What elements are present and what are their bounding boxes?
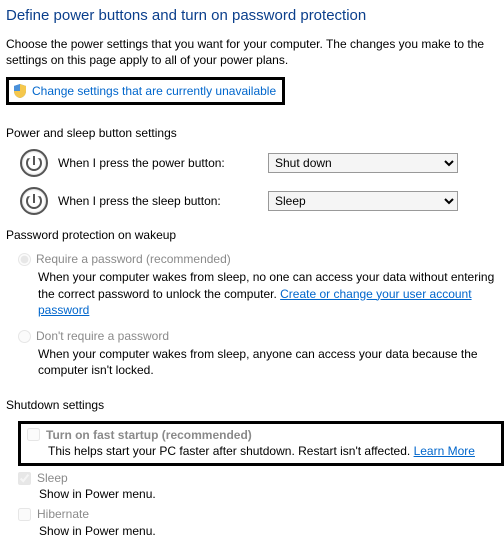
dont-require-password-radio[interactable] (18, 330, 31, 343)
hibernate-checkbox-desc: Show in Power menu. (39, 523, 504, 539)
page-title: Define power buttons and turn on passwor… (6, 6, 504, 26)
change-settings-label: Change settings that are currently unava… (32, 83, 276, 99)
sleep-checkbox[interactable] (18, 472, 31, 485)
password-heading: Password protection on wakeup (6, 227, 504, 243)
learn-more-link[interactable]: Learn More (414, 444, 475, 458)
shutdown-heading: Shutdown settings (6, 397, 504, 413)
power-button-select[interactable]: Shut down (268, 153, 458, 173)
fast-startup-checkbox[interactable] (27, 428, 40, 441)
power-button-row: When I press the power button: Shut down (20, 149, 504, 177)
power-sleep-heading: Power and sleep button settings (6, 125, 504, 141)
power-icon (20, 149, 48, 177)
fast-startup-desc: This helps start your PC faster after sh… (48, 443, 495, 459)
hibernate-checkbox[interactable] (18, 508, 31, 521)
require-password-option: Require a password (recommended) (18, 251, 504, 267)
fast-startup-highlight: Turn on fast startup (recommended) This … (18, 421, 504, 466)
power-button-label: When I press the power button: (58, 155, 268, 171)
sleep-button-row: When I press the sleep button: Sleep (20, 187, 504, 215)
sleep-icon (20, 187, 48, 215)
sleep-checkbox-label: Sleep (37, 470, 68, 486)
hibernate-checkbox-label: Hibernate (37, 506, 89, 522)
dont-require-password-label: Don't require a password (36, 328, 169, 344)
sleep-checkbox-desc: Show in Power menu. (39, 486, 504, 502)
change-settings-highlight: Change settings that are currently unava… (6, 77, 285, 105)
dont-require-password-desc: When your computer wakes from sleep, any… (38, 346, 504, 378)
intro-text: Choose the power settings that you want … (6, 36, 504, 68)
sleep-button-label: When I press the sleep button: (58, 193, 268, 209)
fast-startup-label: Turn on fast startup (recommended) (46, 427, 252, 443)
require-password-label: Require a password (recommended) (36, 251, 231, 267)
dont-require-password-option: Don't require a password (18, 328, 504, 344)
require-password-desc: When your computer wakes from sleep, no … (38, 269, 504, 318)
require-password-radio[interactable] (18, 253, 31, 266)
change-settings-link[interactable]: Change settings that are currently unava… (12, 83, 276, 99)
shield-icon (12, 83, 28, 99)
sleep-button-select[interactable]: Sleep (268, 191, 458, 211)
